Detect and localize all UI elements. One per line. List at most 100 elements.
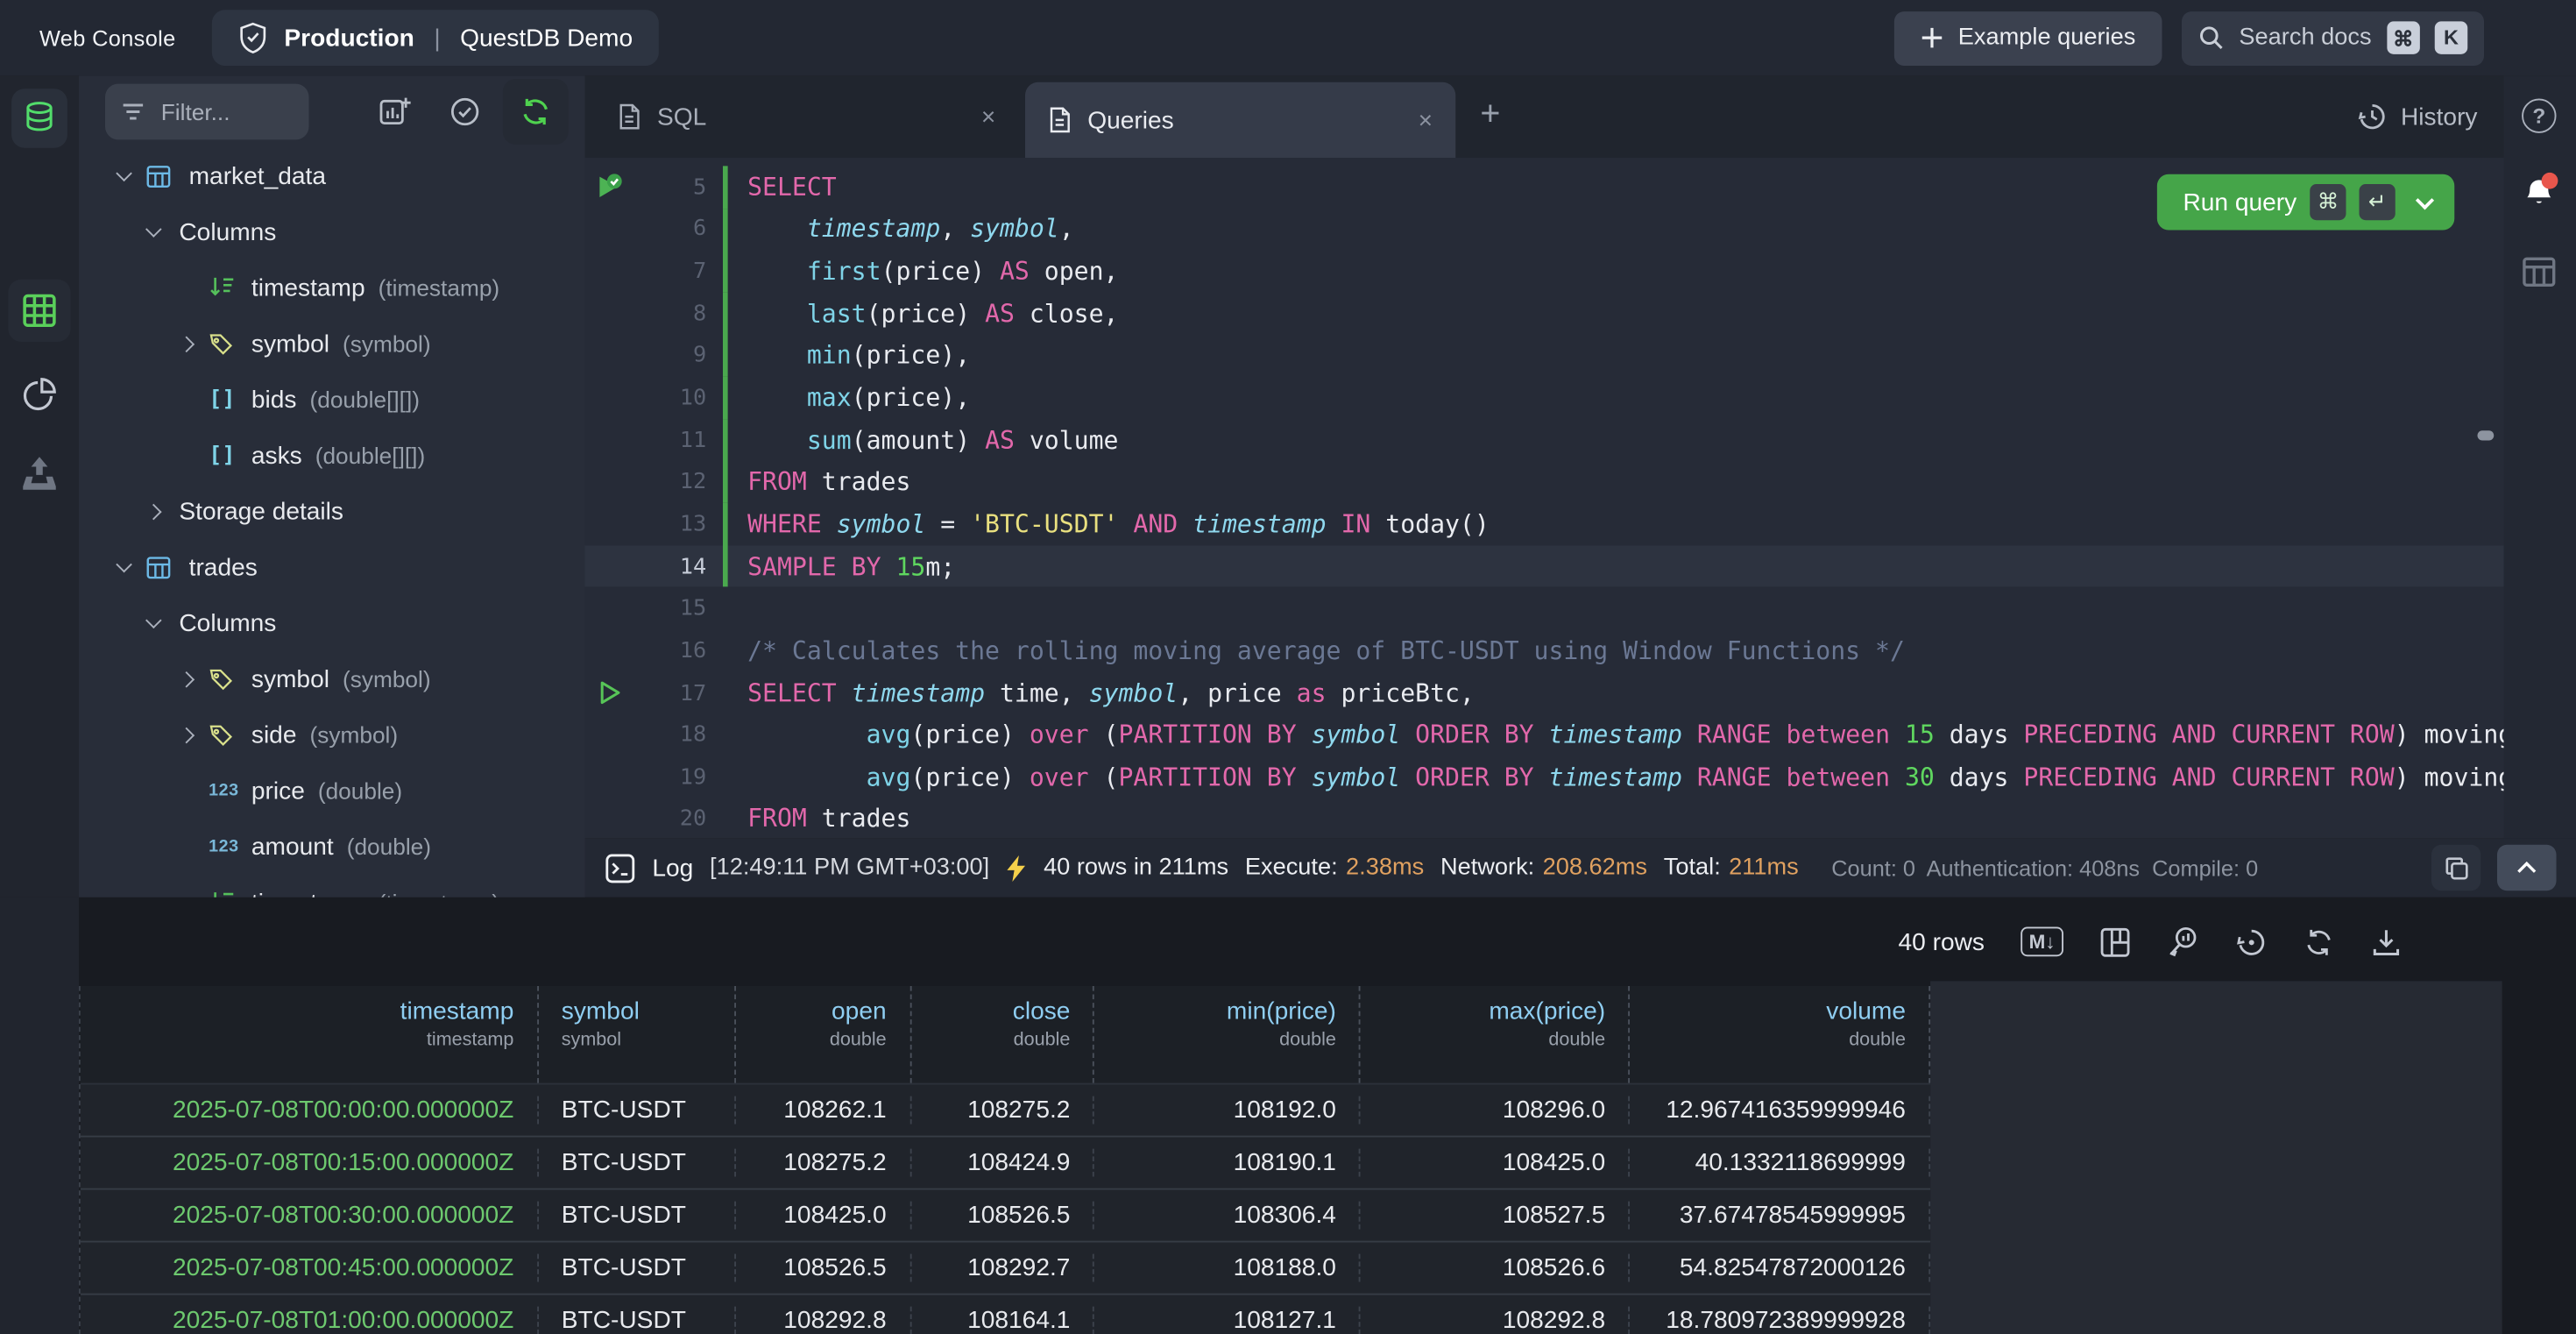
chevron-down-icon[interactable] (118, 564, 146, 571)
tree-item-symbol[interactable]: symbol(symbol) (79, 316, 585, 372)
table-cell[interactable]: 54.82547872000126 (1630, 1254, 1930, 1282)
editor-line-13[interactable]: 13WHERE symbol = 'BTC-USDT' AND timestam… (585, 503, 2504, 545)
column-header-min(price)[interactable]: min(price)double (1095, 986, 1361, 1083)
editor-line-8[interactable]: 8 last(price) AS close, (585, 293, 2504, 335)
create-table-button[interactable] (362, 79, 428, 145)
table-row-4[interactable]: 2025-07-08T01:00:00.000000ZBTC-USDT10829… (81, 1295, 1930, 1334)
editor-line-12[interactable]: 12FROM trades (585, 461, 2504, 503)
filter-input-wrapper[interactable] (105, 84, 309, 140)
instance-badge[interactable]: Production | QuestDB Demo (212, 10, 659, 66)
collapse-log-button[interactable] (2497, 845, 2557, 891)
new-tab-button[interactable]: + (1480, 97, 1500, 133)
close-tab-icon[interactable]: × (1419, 106, 1433, 134)
editor-line-11[interactable]: 11 sum(amount) AS volume (585, 419, 2504, 461)
tree-item-Storage details[interactable]: Storage details (79, 483, 585, 539)
chevron-right-icon[interactable] (148, 506, 176, 517)
column-header-open[interactable]: opendouble (735, 986, 910, 1083)
editor-line-10[interactable]: 10 max(price), (585, 377, 2504, 419)
column-header-timestamp[interactable]: timestamptimestamp (81, 986, 539, 1083)
table-cell[interactable]: 108527.5 (1361, 1202, 1630, 1230)
chart-view-button[interactable] (20, 375, 60, 415)
table-row-2[interactable]: 2025-07-08T00:30:00.000000ZBTC-USDT10842… (81, 1190, 1930, 1243)
chevron-right-icon[interactable] (180, 729, 209, 741)
table-cell[interactable]: BTC-USDT (539, 1307, 736, 1334)
grid-view-button[interactable] (8, 280, 70, 342)
download-results-button[interactable] (2371, 926, 2403, 958)
chevron-down-icon[interactable] (148, 620, 176, 627)
tree-item-side[interactable]: side(symbol) (79, 706, 585, 763)
table-cell[interactable]: 2025-07-08T00:15:00.000000Z (81, 1149, 539, 1177)
editor-line-7[interactable]: 7 first(price) AS open, (585, 251, 2504, 293)
close-tab-icon[interactable]: × (981, 103, 995, 131)
table-cell[interactable]: 2025-07-08T00:45:00.000000Z (81, 1254, 539, 1282)
tree-item-trades[interactable]: trades (79, 539, 585, 595)
table-cell[interactable]: 108127.1 (1095, 1307, 1361, 1334)
table-cell[interactable]: 18.780972389999928 (1630, 1307, 1930, 1334)
table-row-3[interactable]: 2025-07-08T00:45:00.000000ZBTC-USDT 10852… (81, 1243, 1930, 1295)
editor-line-15[interactable]: 15 (585, 587, 2504, 629)
create-table-panel-button[interactable] (2522, 257, 2556, 288)
search-docs-button[interactable]: Search docs ⌘ K (2182, 11, 2484, 65)
editor-line-19[interactable]: 19 avg(price) over (PARTITION BY symbol … (585, 756, 2504, 798)
restore-query-button[interactable] (2236, 926, 2268, 958)
table-cell[interactable]: 40.1332118699999 (1630, 1149, 1930, 1177)
tree-item-price[interactable]: 123price(double) (79, 763, 585, 819)
editor-line-14[interactable]: 14SAMPLE BY 15m; (585, 545, 2504, 587)
refresh-results-button[interactable] (2304, 926, 2335, 958)
table-cell[interactable]: BTC-USDT (539, 1096, 736, 1125)
table-cell[interactable]: BTC-USDT (539, 1254, 736, 1282)
table-cell[interactable]: 108425.0 (735, 1202, 910, 1230)
table-cell[interactable]: 108424.9 (911, 1149, 1095, 1177)
layout-columns-button[interactable] (2099, 926, 2131, 958)
table-cell[interactable]: 108425.0 (1361, 1149, 1630, 1177)
tree-item-asks[interactable]: []asks(double[][]) (79, 428, 585, 484)
editor-line-20[interactable]: 20FROM trades (585, 798, 2504, 839)
table-cell[interactable]: 108275.2 (911, 1096, 1095, 1125)
tree-item-Columns[interactable]: Columns (79, 595, 585, 651)
editor-line-16[interactable]: 16/* Calculates the rolling moving avera… (585, 629, 2504, 671)
chevron-right-icon[interactable] (180, 673, 209, 685)
table-cell[interactable]: 108306.4 (1095, 1202, 1361, 1230)
table-row-0[interactable]: 2025-07-08T00:00:00.000000ZBTC-USDT10826… (81, 1085, 1930, 1138)
tree-item-symbol[interactable]: symbol(symbol) (79, 651, 585, 707)
history-button[interactable]: History (2358, 75, 2477, 158)
column-header-max(price)[interactable]: max(price)double (1361, 986, 1630, 1083)
run-line-icon[interactable] (585, 680, 634, 705)
query-success-icon[interactable] (585, 173, 634, 201)
tab-sql[interactable]: SQL × (595, 75, 1019, 158)
help-button[interactable]: ? (2522, 99, 2556, 133)
markdown-export-button[interactable]: M↓ (2020, 927, 2063, 957)
table-cell[interactable]: 108275.2 (735, 1149, 910, 1177)
table-cell[interactable]: 12.967416359999946 (1630, 1096, 1930, 1125)
table-cell[interactable]: 108292.7 (911, 1254, 1095, 1282)
import-button[interactable] (20, 455, 60, 491)
editor-scrollbar-thumb[interactable] (2478, 430, 2495, 440)
refresh-schema-button[interactable] (503, 79, 569, 145)
tree-item-bids[interactable]: []bids(double[][]) (79, 372, 585, 428)
table-cell[interactable]: 108292.8 (735, 1307, 910, 1334)
table-cell[interactable]: 108192.0 (1095, 1096, 1361, 1125)
run-query-button[interactable]: Run query ⌘ ↵ (2156, 174, 2454, 231)
table-cell[interactable]: 108296.0 (1361, 1096, 1630, 1125)
tab-queries[interactable]: Queries × (1025, 82, 1455, 158)
table-cell[interactable]: 108262.1 (735, 1096, 910, 1125)
sql-editor[interactable]: 5SELECT6 timestamp, symbol,7 first(price… (585, 158, 2504, 838)
tree-item-market_data[interactable]: market_data (79, 148, 585, 204)
tree-item-timestamp[interactable]: timestamp(timestamp) (79, 259, 585, 316)
column-header-close[interactable]: closedouble (911, 986, 1095, 1083)
table-cell[interactable]: 108526.5 (911, 1202, 1095, 1230)
table-cell[interactable]: 2025-07-08T00:30:00.000000Z (81, 1202, 539, 1230)
editor-line-17[interactable]: 17SELECT timestamp time, symbol, price a… (585, 671, 2504, 713)
column-header-volume[interactable]: volumedouble (1630, 986, 1930, 1083)
table-cell[interactable]: 108292.8 (1361, 1307, 1630, 1334)
table-cell[interactable]: 108526.6 (1361, 1254, 1630, 1282)
table-cell[interactable]: BTC-USDT (539, 1149, 736, 1177)
chevron-right-icon[interactable] (180, 337, 209, 349)
inspect-data-button[interactable] (2167, 926, 2200, 959)
copy-log-button[interactable] (2431, 845, 2480, 891)
table-cell[interactable]: 2025-07-08T00:00:00.000000Z (81, 1096, 539, 1125)
run-options-chevron-icon[interactable] (2416, 190, 2434, 209)
example-queries-button[interactable]: Example queries (1894, 11, 2162, 65)
table-cell[interactable]: 108164.1 (911, 1307, 1095, 1334)
table-row-1[interactable]: 2025-07-08T00:15:00.000000ZBTC-USDT10827… (81, 1138, 1930, 1190)
